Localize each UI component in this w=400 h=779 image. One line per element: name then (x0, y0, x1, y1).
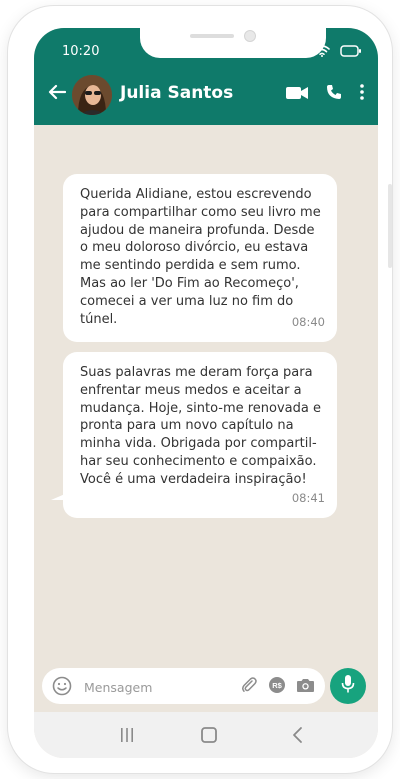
bubble-tail (51, 494, 65, 500)
mic-button[interactable] (330, 668, 366, 704)
speaker-grille (190, 34, 234, 38)
message-bubble[interactable]: Querida Alidiane, estou escrevendo para … (63, 174, 337, 342)
wifi-icon (314, 42, 330, 61)
avatar[interactable] (72, 75, 112, 115)
more-options-icon[interactable] (360, 84, 364, 104)
status-time: 10:20 (62, 44, 100, 59)
phone-side-button (388, 184, 392, 268)
message-text: Querida Alidiane, estou escrevendo para … (80, 187, 321, 327)
front-camera (244, 30, 256, 42)
back-icon[interactable] (282, 724, 312, 746)
payment-icon[interactable]: R$ (268, 676, 286, 698)
battery-icon (340, 42, 362, 61)
phone-notch (140, 28, 326, 58)
svg-text:R$: R$ (272, 681, 282, 690)
message-text: Suas palavras me deram força para enfren… (80, 365, 322, 487)
mic-icon (341, 674, 355, 698)
camera-icon[interactable] (296, 677, 315, 697)
chat-screen: 10:20 Julia Santos Querida Alidiane, est… (34, 28, 378, 758)
attach-icon[interactable] (240, 676, 258, 698)
status-icons (314, 42, 362, 61)
message-time: 08:41 (291, 491, 325, 506)
video-call-icon[interactable] (286, 85, 308, 104)
home-icon[interactable] (194, 724, 224, 746)
contact-name[interactable]: Julia Santos (120, 83, 233, 103)
header-actions (286, 84, 364, 104)
composer-bar: R$ (34, 660, 378, 712)
message-list: Querida Alidiane, estou escrevendo para … (34, 125, 378, 660)
message-time: 08:40 (291, 315, 325, 330)
composer-icons: R$ (240, 676, 315, 698)
system-nav-bar (34, 712, 378, 758)
message-input[interactable] (82, 675, 236, 699)
phone-call-icon[interactable] (326, 84, 342, 104)
message-bubble[interactable]: Suas palavras me deram força para enfren… (51, 352, 337, 518)
emoji-icon[interactable] (52, 676, 72, 700)
phone-frame: 10:20 Julia Santos Querida Alidiane, est… (8, 6, 392, 773)
chat-header: 10:20 Julia Santos (34, 28, 378, 125)
composer-pill: R$ (42, 668, 325, 704)
back-arrow-icon[interactable] (48, 84, 67, 104)
recent-apps-icon[interactable] (112, 724, 142, 746)
